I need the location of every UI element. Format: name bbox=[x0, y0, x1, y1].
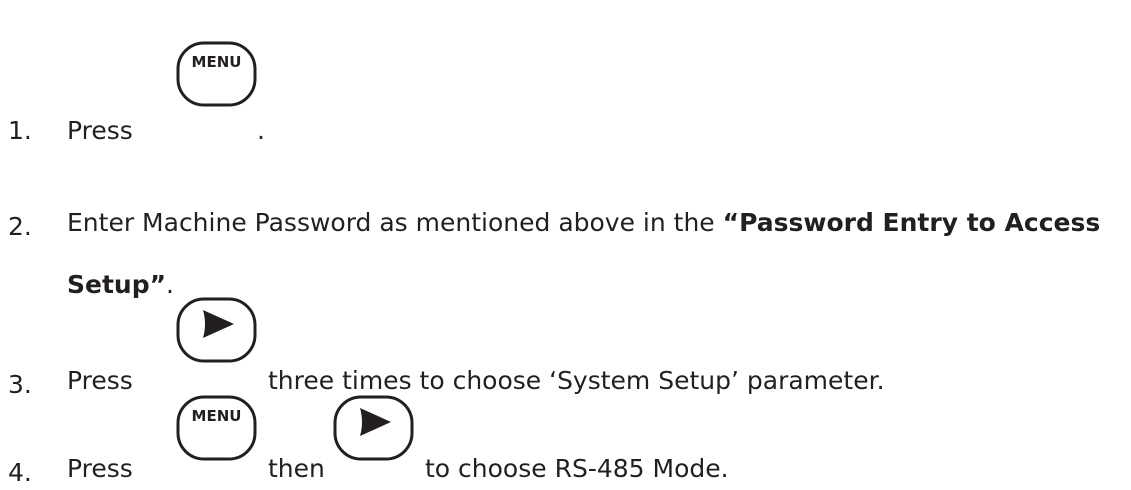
step-text-then: then bbox=[268, 454, 325, 483]
step-text: to choose RS-485 Mode. bbox=[425, 454, 729, 483]
right-arrow-key-icon bbox=[176, 297, 257, 363]
step-end: . bbox=[257, 116, 265, 145]
step-number: 3. bbox=[8, 370, 32, 399]
step-text-continued: Setup”. bbox=[67, 270, 174, 299]
step-text-press: Press bbox=[67, 366, 133, 395]
step-text-lead: Enter Machine Password as mentioned abov… bbox=[67, 208, 723, 237]
menu-key-label: MENU bbox=[192, 53, 242, 71]
step-text: three times to choose ‘System Setup’ par… bbox=[268, 366, 885, 395]
menu-key-icon: MENU bbox=[176, 395, 257, 461]
section-reference-cont: Setup” bbox=[67, 270, 167, 299]
step-text: Enter Machine Password as mentioned abov… bbox=[67, 208, 1100, 237]
menu-key-icon: MENU bbox=[176, 41, 257, 107]
step-number: 1. bbox=[8, 116, 32, 145]
step-text-press: Press bbox=[67, 116, 133, 145]
menu-key-label: MENU bbox=[192, 407, 242, 425]
step-number: 2. bbox=[8, 212, 32, 241]
section-reference: “Password Entry to Access bbox=[722, 208, 1101, 237]
step-number: 4. bbox=[8, 458, 32, 487]
right-arrow-key-icon bbox=[333, 395, 414, 461]
step-text-press: Press bbox=[67, 454, 133, 483]
